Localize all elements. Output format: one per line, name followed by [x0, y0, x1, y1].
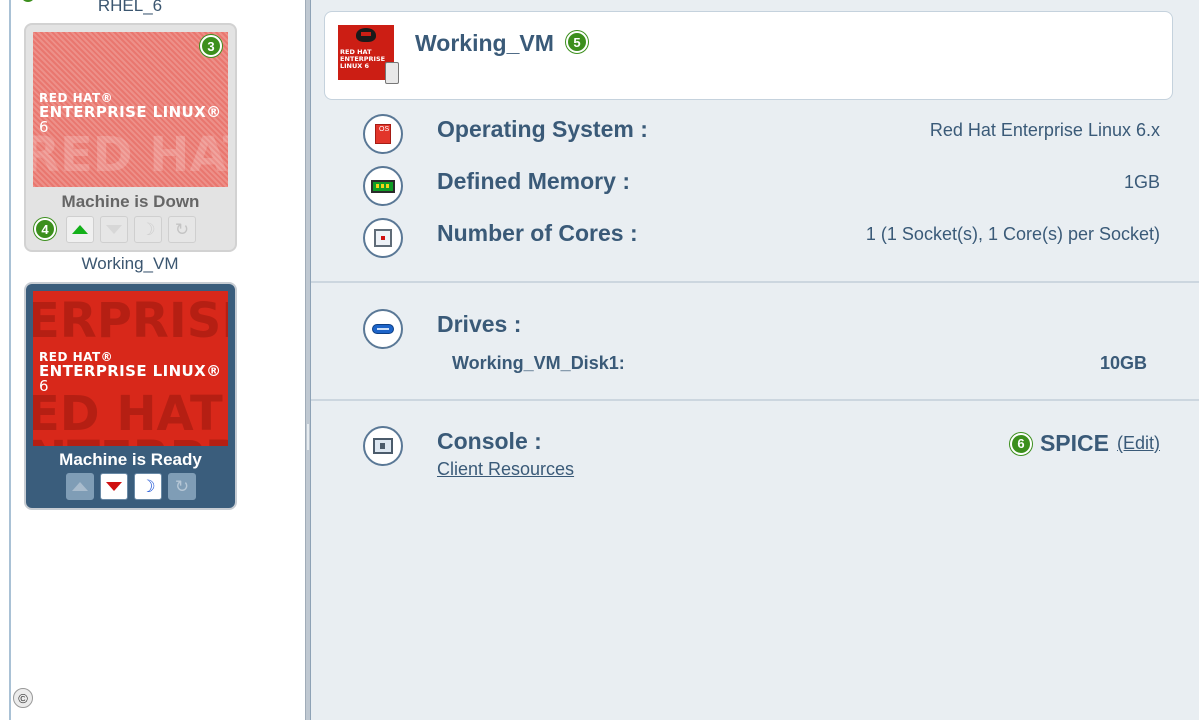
drive-name: Working_VM_Disk1: [452, 353, 625, 373]
moon-icon: ☽ [140, 220, 156, 239]
vm-card-rhel6[interactable]: RED HAT RED HAT® ENTERPRISE LINUX® 6 3 M… [24, 23, 237, 252]
console-label: Console : [437, 428, 542, 454]
vm-name-rhel6[interactable]: RHEL_6 [24, 0, 236, 16]
disk-icon [385, 62, 399, 84]
shutdown-button[interactable] [100, 473, 128, 500]
vm-status: Machine is Ready [59, 450, 202, 469]
rhel-logo: ERPRISE ED HAT NTERPRI RED HAT® ENTERPRI… [33, 291, 228, 446]
property-drives: Drives : [311, 309, 1199, 349]
os-label: Operating System : [437, 116, 648, 142]
vm-name-working[interactable]: Working_VM [24, 254, 236, 274]
shutdown-button[interactable] [100, 216, 128, 243]
vm-title: Working_VM [415, 30, 554, 56]
details-header: RED HAT ENTERPRISE LINUX 6 Working_VM 5 [324, 11, 1173, 100]
run-button[interactable] [66, 473, 94, 500]
left-border [9, 0, 11, 720]
run-icon [72, 482, 88, 491]
reboot-button[interactable]: ↻ [168, 473, 196, 500]
run-button[interactable] [66, 216, 94, 243]
property-memory: Defined Memory : 1GB [311, 166, 1199, 206]
console-badge: 6 [1009, 432, 1032, 455]
copyright-icon[interactable]: © [13, 688, 33, 708]
cores-label: Number of Cores : [437, 220, 638, 246]
run-icon [72, 225, 88, 234]
vm-details-panel: RED HATENTERPRISELINUX 6 Working_VM 5 Op… [311, 0, 1199, 720]
suspend-button[interactable]: ☽ [134, 473, 162, 500]
vm-actions: ☽ ↻ [66, 216, 196, 243]
section-divider [311, 281, 1199, 283]
property-cores: Number of Cores : 1 (1 Socket(s), 1 Core… [311, 218, 1199, 258]
moon-icon: ☽ [140, 477, 156, 496]
memory-value: 1GB [1123, 172, 1160, 192]
suspend-button[interactable]: ☽ [134, 216, 162, 243]
vm-actions: ☽ ↻ [66, 473, 196, 500]
splitter-grip[interactable] [307, 424, 309, 450]
os-icon [363, 114, 403, 154]
logo-text: RED HAT® ENTERPRISE LINUX® 6 [39, 91, 222, 137]
logo-text: RED HAT® ENTERPRISE LINUX® 6 [39, 350, 222, 396]
client-resources-link[interactable]: Client Resources [437, 459, 574, 480]
section-divider [311, 399, 1199, 401]
running-count-badge: 3 [200, 35, 222, 57]
vm-card-working[interactable]: ERPRISE ED HAT NTERPRI RED HAT® ENTERPRI… [24, 282, 237, 510]
rhel-os-icon: RED HAT ENTERPRISE LINUX 6 [338, 25, 399, 84]
os-value: Red Hat Enterprise Linux 6.x [929, 120, 1160, 140]
memory-label: Defined Memory : [437, 168, 630, 194]
cpu-icon [363, 218, 403, 258]
rhel-logo: RED HAT RED HAT® ENTERPRISE LINUX® 6 [33, 32, 228, 187]
refresh-icon: ↻ [174, 220, 190, 239]
console-protocol: SPICE [1039, 430, 1109, 456]
edit-console-link[interactable]: (Edit) [1117, 433, 1160, 454]
drive-size: 10GB [1099, 353, 1147, 373]
console-icon [363, 426, 403, 466]
refresh-icon: ↻ [174, 477, 190, 496]
reboot-button[interactable]: ↻ [168, 216, 196, 243]
memory-icon [363, 166, 403, 206]
cores-value: 1 (1 Socket(s), 1 Core(s) per Socket) [865, 224, 1160, 244]
vm-list-panel: RHEL_6 RED HAT RED HAT® ENTERPRISE LINUX… [0, 0, 307, 720]
vm-status: Machine is Down [61, 192, 200, 211]
title-badge: 5 [566, 31, 588, 53]
shutdown-icon [106, 225, 122, 234]
actions-badge: 4 [34, 218, 56, 240]
console-value: 6 SPICE (Edit) [1009, 430, 1160, 457]
drives-label: Drives : [437, 311, 522, 337]
shutdown-icon [106, 482, 122, 491]
property-os: Operating System : Red Hat Enterprise Li… [311, 114, 1199, 154]
drive-icon [363, 309, 403, 349]
